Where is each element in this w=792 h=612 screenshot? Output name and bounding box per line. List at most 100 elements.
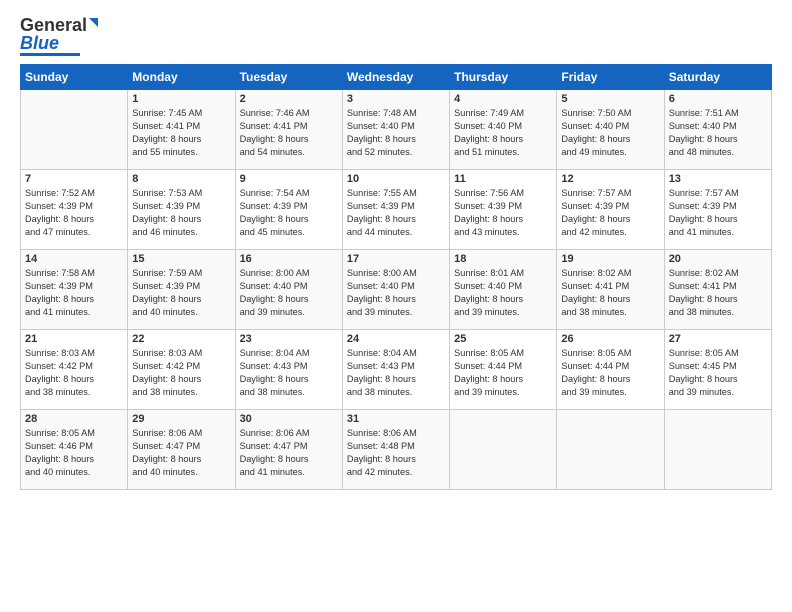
calendar-cell: 8Sunrise: 7:53 AMSunset: 4:39 PMDaylight… <box>128 170 235 250</box>
calendar-cell: 11 Sunrise: 7:56 AMSunset: 4:39 PMDayligh… <box>450 170 557 250</box>
cell-content: Sunrise: 8:04 AMSunset: 4:43 PMDaylight:… <box>347 347 445 399</box>
day-number: 27 <box>669 333 767 345</box>
cell-content: Sunrise: 7:53 AMSunset: 4:39 PMDaylight:… <box>132 187 230 239</box>
calendar-cell: 23 Sunrise: 8:04 AMSunset: 4:43 PMDayligh… <box>235 330 342 410</box>
cell-content: Sunrise: 8:02 AMSunset: 4:41 PMDaylight:… <box>561 267 659 319</box>
day-number: 31 <box>347 413 445 425</box>
calendar-cell: 15 Sunrise: 7:59 AMSunset: 4:39 PMDayligh… <box>128 250 235 330</box>
calendar-cell: 26Sunrise: 8:05 AMSunset: 4:44 PMDayligh… <box>557 330 664 410</box>
calendar-cell: 19Sunrise: 8:02 AMSunset: 4:41 PMDayligh… <box>557 250 664 330</box>
day-number: 12 <box>561 173 659 185</box>
cell-content: Sunrise: 8:06 AMSunset: 4:48 PMDaylight:… <box>347 427 445 479</box>
day-number: 2 <box>240 93 338 105</box>
cell-content: Sunrise: 8:05 AMSunset: 4:45 PMDaylight:… <box>669 347 767 399</box>
day-number: 7 <box>25 173 123 185</box>
day-number: 22 <box>132 333 230 345</box>
cell-content: Sunrise: 8:00 AMSunset: 4:40 PMDaylight:… <box>347 267 445 319</box>
day-number: 11 <box>454 173 552 185</box>
cell-content: Sunrise: 8:02 AMSunset: 4:41 PMDaylight:… <box>669 267 767 319</box>
calendar-cell: 28 Sunrise: 8:05 AMSunset: 4:46 PMDayligh… <box>21 410 128 490</box>
day-number: 14 <box>25 253 123 265</box>
cell-content: Sunrise: 7:56 AMSunset: 4:39 PMDaylight:… <box>454 187 552 239</box>
day-number: 10 <box>347 173 445 185</box>
day-number: 17 <box>347 253 445 265</box>
col-header-friday: Friday <box>557 65 664 90</box>
cell-content: Sunrise: 8:04 AMSunset: 4:43 PMDaylight:… <box>240 347 338 399</box>
day-number: 4 <box>454 93 552 105</box>
logo-line <box>20 53 80 56</box>
cell-content: Sunrise: 7:46 AMSunset: 4:41 PMDaylight:… <box>240 107 338 159</box>
calendar-cell: 13 Sunrise: 7:57 AMSunset: 4:39 PMDayligh… <box>664 170 771 250</box>
calendar-page: General Blue SundayMondayTuesdayWednesda… <box>0 0 792 612</box>
day-number: 20 <box>669 253 767 265</box>
day-number: 13 <box>669 173 767 185</box>
cell-content: Sunrise: 7:58 AMSunset: 4:39 PMDaylight:… <box>25 267 123 319</box>
week-row: 14 Sunrise: 7:58 AMSunset: 4:39 PMDayligh… <box>21 250 772 330</box>
cell-content: Sunrise: 7:59 AMSunset: 4:39 PMDaylight:… <box>132 267 230 319</box>
calendar-cell: 22 Sunrise: 8:03 AMSunset: 4:42 PMDayligh… <box>128 330 235 410</box>
calendar-cell: 16Sunrise: 8:00 AMSunset: 4:40 PMDayligh… <box>235 250 342 330</box>
day-number: 1 <box>132 93 230 105</box>
cell-content: Sunrise: 8:01 AMSunset: 4:40 PMDaylight:… <box>454 267 552 319</box>
calendar-cell: 25Sunrise: 8:05 AMSunset: 4:44 PMDayligh… <box>450 330 557 410</box>
day-number: 9 <box>240 173 338 185</box>
calendar-cell <box>664 410 771 490</box>
week-row: 7 Sunrise: 7:52 AMSunset: 4:39 PMDaylight… <box>21 170 772 250</box>
cell-content: Sunrise: 7:51 AMSunset: 4:40 PMDaylight:… <box>669 107 767 159</box>
week-row: 1 Sunrise: 7:45 AMSunset: 4:41 PMDaylight… <box>21 90 772 170</box>
col-header-monday: Monday <box>128 65 235 90</box>
day-number: 6 <box>669 93 767 105</box>
logo-text: General <box>20 16 98 34</box>
calendar-cell: 20 Sunrise: 8:02 AMSunset: 4:41 PMDayligh… <box>664 250 771 330</box>
cell-content: Sunrise: 8:05 AMSunset: 4:46 PMDaylight:… <box>25 427 123 479</box>
cell-content: Sunrise: 7:49 AMSunset: 4:40 PMDaylight:… <box>454 107 552 159</box>
cell-content: Sunrise: 7:52 AMSunset: 4:39 PMDaylight:… <box>25 187 123 239</box>
page-header: General Blue <box>20 16 772 56</box>
cell-content: Sunrise: 7:57 AMSunset: 4:39 PMDaylight:… <box>669 187 767 239</box>
cell-content: Sunrise: 7:48 AMSunset: 4:40 PMDaylight:… <box>347 107 445 159</box>
cell-content: Sunrise: 8:05 AMSunset: 4:44 PMDaylight:… <box>561 347 659 399</box>
day-number: 18 <box>454 253 552 265</box>
day-number: 25 <box>454 333 552 345</box>
calendar-cell: 10 Sunrise: 7:55 AMSunset: 4:39 PMDayligh… <box>342 170 449 250</box>
cell-content: Sunrise: 8:06 AMSunset: 4:47 PMDaylight:… <box>132 427 230 479</box>
calendar-cell: 21Sunrise: 8:03 AMSunset: 4:42 PMDayligh… <box>21 330 128 410</box>
day-number: 28 <box>25 413 123 425</box>
calendar-cell: 12Sunrise: 7:57 AMSunset: 4:39 PMDayligh… <box>557 170 664 250</box>
cell-content: Sunrise: 8:03 AMSunset: 4:42 PMDaylight:… <box>132 347 230 399</box>
cell-content: Sunrise: 8:06 AMSunset: 4:47 PMDaylight:… <box>240 427 338 479</box>
col-header-sunday: Sunday <box>21 65 128 90</box>
day-number: 15 <box>132 253 230 265</box>
cell-content: Sunrise: 7:54 AMSunset: 4:39 PMDaylight:… <box>240 187 338 239</box>
cell-content: Sunrise: 7:55 AMSunset: 4:39 PMDaylight:… <box>347 187 445 239</box>
calendar-cell: 27 Sunrise: 8:05 AMSunset: 4:45 PMDayligh… <box>664 330 771 410</box>
header-row: SundayMondayTuesdayWednesdayThursdayFrid… <box>21 65 772 90</box>
day-number: 3 <box>347 93 445 105</box>
cell-content: Sunrise: 8:00 AMSunset: 4:40 PMDaylight:… <box>240 267 338 319</box>
calendar-cell: 2 Sunrise: 7:46 AMSunset: 4:41 PMDaylight… <box>235 90 342 170</box>
calendar-cell: 14 Sunrise: 7:58 AMSunset: 4:39 PMDayligh… <box>21 250 128 330</box>
calendar-cell: 7 Sunrise: 7:52 AMSunset: 4:39 PMDaylight… <box>21 170 128 250</box>
day-number: 5 <box>561 93 659 105</box>
col-header-tuesday: Tuesday <box>235 65 342 90</box>
cell-content: Sunrise: 7:50 AMSunset: 4:40 PMDaylight:… <box>561 107 659 159</box>
calendar-cell: 30Sunrise: 8:06 AMSunset: 4:47 PMDayligh… <box>235 410 342 490</box>
col-header-thursday: Thursday <box>450 65 557 90</box>
calendar-cell: 9 Sunrise: 7:54 AMSunset: 4:39 PMDaylight… <box>235 170 342 250</box>
calendar-cell: 5 Sunrise: 7:50 AMSunset: 4:40 PMDaylight… <box>557 90 664 170</box>
calendar-cell: 3 Sunrise: 7:48 AMSunset: 4:40 PMDaylight… <box>342 90 449 170</box>
cell-content: Sunrise: 7:45 AMSunset: 4:41 PMDaylight:… <box>132 107 230 159</box>
day-number: 23 <box>240 333 338 345</box>
col-header-saturday: Saturday <box>664 65 771 90</box>
calendar-cell <box>557 410 664 490</box>
calendar-cell: 6 Sunrise: 7:51 AMSunset: 4:40 PMDaylight… <box>664 90 771 170</box>
calendar-table: SundayMondayTuesdayWednesdayThursdayFrid… <box>20 64 772 490</box>
calendar-cell: 31 Sunrise: 8:06 AMSunset: 4:48 PMDayligh… <box>342 410 449 490</box>
calendar-cell: 17 Sunrise: 8:00 AMSunset: 4:40 PMDayligh… <box>342 250 449 330</box>
calendar-cell: 24 Sunrise: 8:04 AMSunset: 4:43 PMDayligh… <box>342 330 449 410</box>
calendar-cell: 18 Sunrise: 8:01 AMSunset: 4:40 PMDayligh… <box>450 250 557 330</box>
day-number: 24 <box>347 333 445 345</box>
calendar-cell: 4 Sunrise: 7:49 AMSunset: 4:40 PMDaylight… <box>450 90 557 170</box>
calendar-cell <box>450 410 557 490</box>
week-row: 21Sunrise: 8:03 AMSunset: 4:42 PMDayligh… <box>21 330 772 410</box>
